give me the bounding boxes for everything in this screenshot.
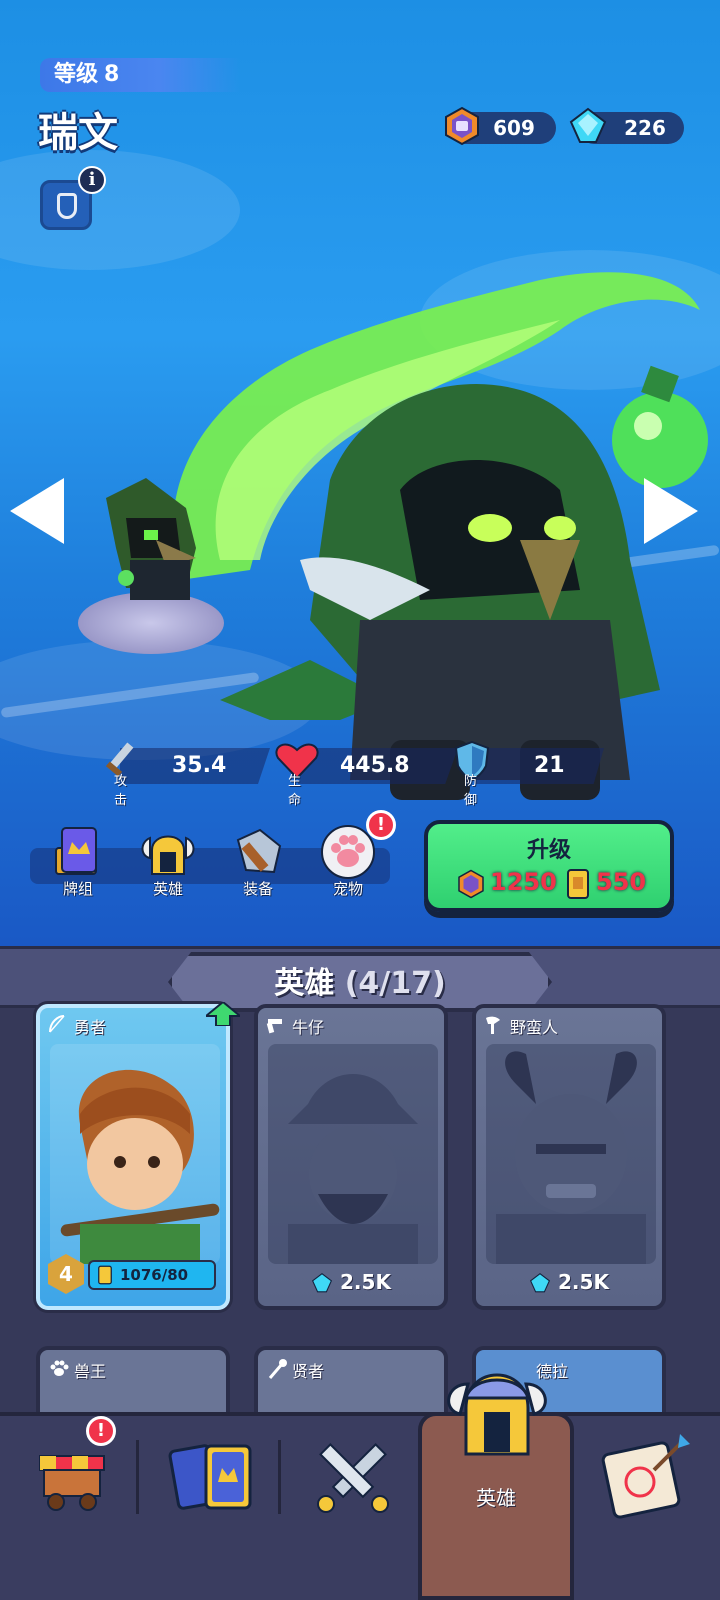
hero-price-value: 2.5K — [340, 1269, 391, 1294]
hero-card-name: 贤者 — [292, 1362, 325, 1381]
hero-card-name: 勇者 — [74, 1018, 107, 1037]
menu-deck[interactable]: 牌组 — [38, 820, 118, 906]
info-icon[interactable]: i — [78, 166, 106, 194]
shop-cart-icon — [39, 1455, 105, 1511]
hero-price: 2.5K — [476, 1270, 662, 1295]
level-label: 等级 — [54, 62, 99, 87]
axe-icon — [486, 1016, 500, 1034]
nav-separator — [278, 1440, 281, 1514]
potion-icon — [57, 193, 77, 219]
upgrade-arrow-icon — [206, 1002, 240, 1026]
hp-value: 445.8 — [340, 753, 410, 778]
hero-count: (4/17) — [344, 966, 446, 1001]
menu-equipment-label: 装备 — [242, 880, 273, 898]
panel-title: 英雄 (4/17) — [168, 958, 552, 1002]
menu-hero-label: 英雄 — [152, 880, 183, 898]
coin-amount: 609 — [493, 116, 535, 140]
hero-card-brave[interactable]: 勇者 4 1076/80 — [36, 1004, 230, 1310]
hero-shard-progress: 1076/80 — [88, 1260, 216, 1290]
hero-card-name: 牛仔 — [292, 1018, 325, 1037]
paw-icon — [50, 1360, 69, 1376]
hero-card-name: 兽王 — [74, 1362, 107, 1381]
hero-portrait-cowboy — [268, 1044, 438, 1264]
upgrade-card-cost: 550 — [596, 868, 647, 896]
hero-stage: 等级 8 瑞文 i 609 226 攻击 35.4 生命 445.8 防御 21… — [0, 0, 720, 960]
hero-price: 2.5K — [258, 1270, 444, 1295]
previous-hero-arrow[interactable] — [10, 478, 64, 544]
gem-icon — [530, 1272, 551, 1293]
upgrade-button[interactable]: 升级 1250 550 — [424, 820, 674, 912]
deck-icon — [55, 827, 97, 875]
nav-tab-quests[interactable] — [592, 1412, 702, 1600]
pet-alert-badge: ! — [366, 810, 396, 840]
hero-portrait-brave — [50, 1044, 220, 1264]
nav-tab-hero[interactable]: 英雄 — [418, 1373, 574, 1600]
upgrade-coin-cost: 1250 — [490, 868, 557, 896]
cards-icon — [168, 1444, 252, 1510]
hero-card-barbarian[interactable]: 野蛮人 2.5K — [472, 1004, 666, 1310]
gem-icon — [312, 1272, 333, 1293]
hero-card-cowboy[interactable]: 牛仔 2.5K — [254, 1004, 448, 1310]
coin-icon — [458, 869, 484, 899]
menu-pet-label: 宠物 — [332, 880, 363, 898]
nav-tab-battle[interactable] — [298, 1412, 408, 1600]
nav-tab-cards[interactable] — [156, 1412, 266, 1600]
gem-counter[interactable]: 226 — [569, 107, 684, 144]
level-indicator: 等级 8 — [40, 58, 240, 92]
equipment-icon — [236, 828, 282, 874]
shop-alert-badge: ! — [86, 1416, 116, 1446]
coin-counter[interactable]: 609 — [445, 106, 556, 146]
upgrade-title: 升级 — [526, 838, 571, 863]
gem-amount: 226 — [624, 116, 666, 140]
hero-portrait-barbarian — [486, 1044, 656, 1264]
level-value: 8 — [104, 62, 120, 87]
nav-separator — [136, 1440, 139, 1514]
hero-price-value: 2.5K — [558, 1269, 609, 1294]
coin-icon — [445, 106, 479, 146]
bow-icon — [49, 1015, 65, 1033]
hero-card-name: 野蛮人 — [510, 1018, 559, 1037]
menu-equipment[interactable]: 装备 — [218, 820, 298, 906]
staff-icon — [268, 1359, 287, 1379]
defense-label: 防御 — [464, 774, 478, 808]
hero-shard-text: 1076/80 — [120, 1266, 189, 1284]
hero-name: 瑞文 — [38, 110, 118, 156]
gem-icon — [569, 107, 607, 143]
nav-tab-hero-label: 英雄 — [476, 1486, 516, 1510]
winged-helmet-icon — [447, 1373, 547, 1456]
panel-title-text: 英雄 — [274, 966, 335, 1001]
attack-value: 35.4 — [172, 753, 227, 778]
revolver-icon — [266, 1019, 282, 1034]
menu-hero[interactable]: 英雄 — [128, 820, 208, 906]
hp-label: 生命 — [288, 774, 302, 808]
attack-label: 攻击 — [114, 774, 128, 808]
card-shard-icon — [567, 869, 589, 899]
card-shard-icon — [98, 1265, 112, 1285]
menu-deck-label: 牌组 — [62, 880, 93, 898]
calendar-skull-icon — [601, 1434, 690, 1519]
defense-value: 21 — [534, 753, 565, 778]
crossed-swords-icon — [317, 1443, 389, 1513]
helmet-icon — [141, 835, 195, 875]
nav-tab-shop[interactable] — [20, 1412, 130, 1600]
